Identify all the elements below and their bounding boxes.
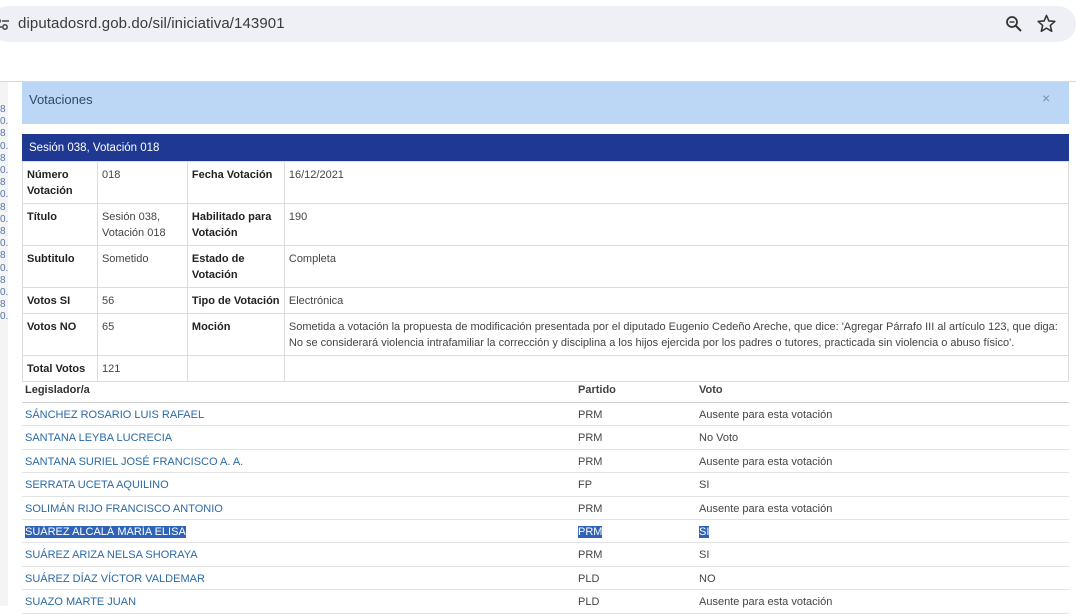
numero-value: 018 [97,162,187,204]
background-text-fragment: 8 [0,128,6,139]
background-text-fragment: 0. [0,263,8,274]
vote-cell: Ausente para esta votación [699,596,832,608]
table-row: SERRATA UCETA AQUILINO FP SI [22,473,1069,496]
votos-si-value: 56 [97,288,187,314]
background-text-fragment: 8 [0,202,6,213]
close-icon[interactable]: × [1042,90,1050,106]
habilitado-value: 190 [284,204,1068,246]
background-text-fragment: 8 [0,177,6,188]
mocion-label: Moción [187,314,284,356]
votos-si-label: Votos SI [23,288,98,314]
votos-no-value: 65 [97,314,187,356]
browser-toolbar: diputadosrd.gob.do/sil/iniciativa/143901 [0,0,1076,48]
tipo-label: Tipo de Votación [187,288,284,314]
titulo-value: Sesión 038, Votación 018 [97,204,187,246]
estado-label: Estado de Votación [187,246,284,288]
bookmark-star-icon[interactable] [1037,14,1056,33]
background-page-strip: 80.80.80.80.80.80.80.80.80. [0,82,8,606]
legislator-name-link[interactable]: SUAZO MARTE JUAN [25,596,136,608]
table-row: SUÁREZ ALCALÁ MARÍA ELISA PRM SI [22,520,1069,543]
background-text-fragment: 0. [0,311,8,322]
votos-no-label: Votos NO [23,314,98,356]
background-text-fragment: 8 [0,275,6,286]
table-row: SUAZO MARTE JUAN PLD Ausente para esta vot… [22,590,1069,613]
background-text-fragment: 8 [0,226,6,237]
estado-value: Completa [284,246,1068,288]
party-cell: PRM [578,409,602,421]
titulo-label: Título [23,204,98,246]
background-text-fragment: 0. [0,165,8,176]
legislator-votes-list: Legislador/a Partido Voto SÁNCHEZ ROSARI… [22,378,1069,614]
vote-cell: SI [699,526,709,538]
legislator-name-link[interactable]: SUÁREZ ALCALÁ MARÍA ELISA [25,526,186,538]
background-text-fragment: 0. [0,214,8,225]
party-cell: PLD [578,596,599,608]
address-bar[interactable]: diputadosrd.gob.do/sil/iniciativa/143901 [0,6,1076,42]
legislator-name-link[interactable]: SÁNCHEZ ROSARIO LUIS RAFAEL [25,409,204,421]
subtitulo-label: Subtitulo [23,246,98,288]
vote-cell: NO [699,573,716,585]
header-voto[interactable]: Voto [699,384,723,396]
background-text-fragment: 0. [0,189,8,200]
site-settings-icon[interactable] [0,16,10,32]
legislator-name-link[interactable]: SANTANA LEYBA LUCRECIA [25,432,172,444]
party-cell: PRM [578,432,602,444]
legislator-name-link[interactable]: SANTANA SURIEL JOSÉ FRANCISCO A. A. [25,456,243,468]
votaciones-modal: Votaciones × Sesión 038, Votación 018 Nú… [22,82,1069,606]
tipo-value: Electrónica [284,288,1068,314]
modal-title: Votaciones [29,92,93,107]
vote-cell: Ausente para esta votación [699,456,832,468]
party-cell: PRM [578,549,602,561]
legislator-name-link[interactable]: SUÁREZ DÍAZ VÍCTOR VALDEMAR [25,573,205,585]
vote-details-table: Número Votación 018 Fecha Votación 16/12… [22,161,1069,382]
url-text[interactable]: diputadosrd.gob.do/sil/iniciativa/143901 [18,15,285,32]
party-cell: PRM [578,503,602,515]
numero-label: Número Votación [23,162,98,204]
table-row: SUÁREZ DÍAZ VÍCTOR VALDEMAR PLD NO [22,567,1069,590]
background-text-fragment: 8 [0,104,6,115]
background-text-fragment: 8 [0,153,6,164]
mocion-value: Sometida a votación la propuesta de modi… [284,314,1068,356]
background-text-fragment: 0. [0,141,8,152]
background-text-fragment: 8 [0,250,6,261]
vote-cell: SI [699,549,709,561]
session-header: Sesión 038, Votación 018 [22,134,1069,161]
fecha-value: 16/12/2021 [284,162,1068,204]
table-row: SANTANA SURIEL JOSÉ FRANCISCO A. A. PRM Au… [22,450,1069,473]
table-row: SÁNCHEZ ROSARIO LUIS RAFAEL PRM Ausente pa… [22,403,1069,426]
party-cell: PLD [578,573,599,585]
background-text-fragment: 0. [0,238,8,249]
votes-header-row: Legislador/a Partido Voto [22,378,1069,403]
zoom-icon[interactable] [1005,15,1023,33]
party-cell: FP [578,479,592,491]
vote-cell: No Voto [699,432,738,444]
header-partido[interactable]: Partido [578,384,616,396]
fecha-label: Fecha Votación [187,162,284,204]
background-text-fragment: 0. [0,116,8,127]
vote-cell: Ausente para esta votación [699,503,832,515]
vote-cell: SI [699,479,709,491]
background-text-fragment: 0. [0,287,8,298]
legislator-name-link[interactable]: SUÁREZ ARIZA NELSA SHORAYA [25,549,198,561]
table-row: SANTANA LEYBA LUCRECIA PRM No Voto [22,426,1069,449]
header-legislador[interactable]: Legislador/a [25,384,90,396]
background-text-fragment: 8 [0,299,6,310]
table-row: SOLIMÁN RIJO FRANCISCO ANTONIO PRM Ausente… [22,497,1069,520]
table-row: SUÁREZ ARIZA NELSA SHORAYA PRM SI [22,543,1069,566]
party-cell: PRM [578,526,602,538]
subtitulo-value: Sometido [97,246,187,288]
modal-header: Votaciones × [22,82,1069,124]
vote-cell: Ausente para esta votación [699,409,832,421]
legislator-name-link[interactable]: SOLIMÁN RIJO FRANCISCO ANTONIO [25,503,223,515]
legislator-name-link[interactable]: SERRATA UCETA AQUILINO [25,479,169,491]
party-cell: PRM [578,456,602,468]
habilitado-label: Habilitado para Votación [187,204,284,246]
